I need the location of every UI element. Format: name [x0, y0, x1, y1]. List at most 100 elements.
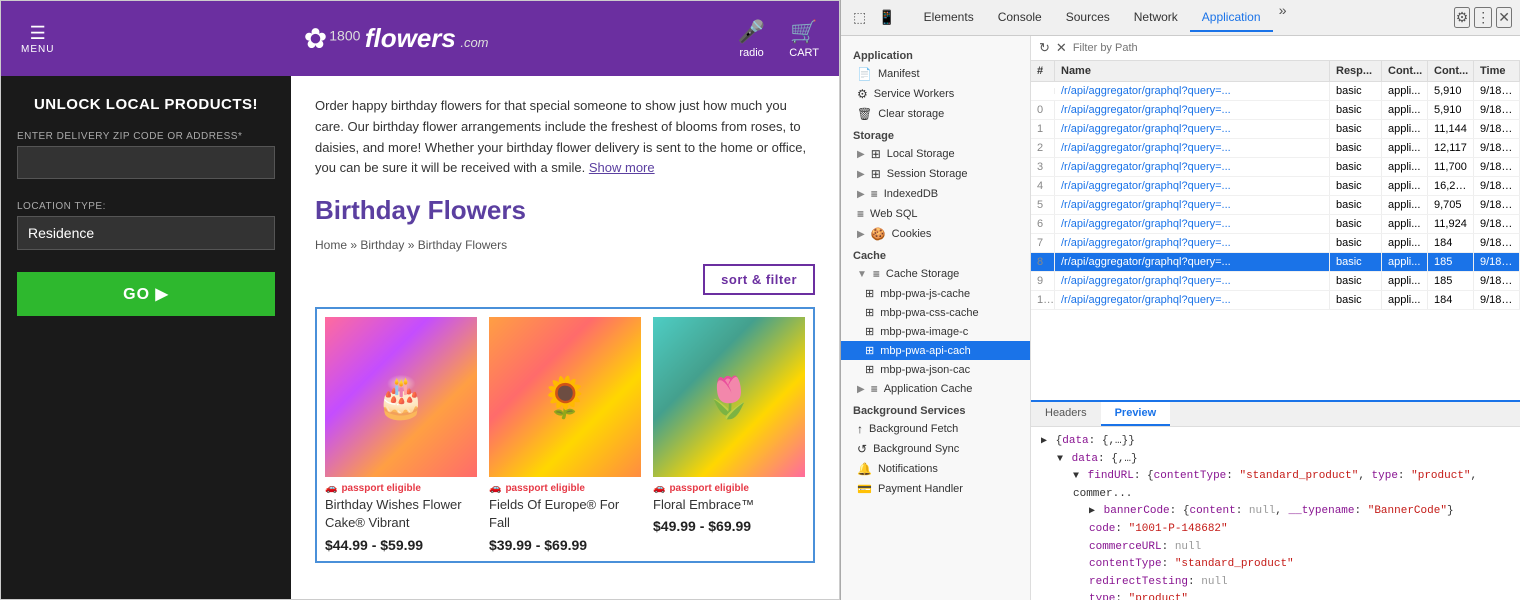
network-row-5[interactable]: 4 /r/api/aggregator/graphql?query=... ba… [1031, 177, 1520, 196]
sidebar-item-pwa-css[interactable]: ⊞ mbp-pwa-css-cache [841, 303, 1030, 322]
row-time: 9/18/... [1474, 158, 1520, 176]
passport-badge-1: 🚗 passport eligible [325, 483, 477, 494]
sidebar-item-cache-storage[interactable]: ▼ ≡ Cache Storage [841, 264, 1030, 284]
devtools-inspect-icons: ⬚ 📱 [849, 7, 900, 28]
cache-storage-arrow: ▼ [857, 269, 867, 280]
cache-section-title: Cache [841, 244, 1030, 264]
product-card-3[interactable]: 🌷 🚗 passport eligible Floral Embrace™ $4… [653, 317, 805, 552]
inspect-button[interactable]: ⬚ [849, 7, 870, 28]
network-row-9[interactable]: 8 /r/api/aggregator/graphql?query=... ba… [1031, 253, 1520, 272]
sidebar-item-indexed-db[interactable]: ▶ ≡ IndexedDB [841, 184, 1030, 204]
expand-arrow-0[interactable]: ▶ [1041, 436, 1047, 447]
sidebar-item-app-cache[interactable]: ▶ ≡ Application Cache [841, 379, 1030, 399]
devtools-tabs: Elements Console Sources Network Applica… [912, 4, 1450, 32]
zip-input[interactable] [17, 146, 275, 179]
expand-arrow-1[interactable]: ▼ [1057, 454, 1063, 465]
unlock-title: UNLOCK LOCAL PRODUCTS! [17, 96, 275, 113]
clear-filter-button[interactable]: ✕ [1056, 40, 1067, 56]
website-panel: ☰ MENU ✿ 1800 flowers .com 🎤 radio 🛒 CAR [0, 0, 840, 600]
sidebar-item-pwa-json[interactable]: ⊞ mbp-pwa-json-cac [841, 360, 1030, 379]
network-row-1[interactable]: 0 /r/api/aggregator/graphql?query=... ba… [1031, 101, 1520, 120]
refresh-button[interactable]: ↻ [1039, 40, 1050, 56]
network-row-10[interactable]: 9 /r/api/aggregator/graphql?query=... ba… [1031, 272, 1520, 291]
sidebar-item-session-storage[interactable]: ▶ ⊞ Session Storage [841, 164, 1030, 184]
tab-console[interactable]: Console [986, 4, 1054, 32]
row-cont2: 11,144 [1428, 120, 1474, 138]
sidebar-item-service-workers[interactable]: ⚙ Service Workers [841, 84, 1030, 104]
sort-filter-button[interactable]: sort & filter [703, 264, 815, 295]
row-time: 9/18/... [1474, 196, 1520, 214]
more-options-button[interactable]: ⋮ [1474, 7, 1492, 28]
network-row-11[interactable]: 10 /r/api/aggregator/graphql?query=... b… [1031, 291, 1520, 310]
local-storage-arrow: ▶ [857, 149, 865, 160]
row-name: /r/api/aggregator/graphql?query=... [1055, 215, 1330, 233]
row-cont2: 11,700 [1428, 158, 1474, 176]
product-card-2[interactable]: 🌻 🚗 passport eligible Fields Of Europe® … [489, 317, 641, 552]
tab-preview[interactable]: Preview [1101, 402, 1171, 426]
sidebar-item-bg-fetch[interactable]: ↑ Background Fetch [841, 419, 1030, 439]
network-row-6[interactable]: 5 /r/api/aggregator/graphql?query=... ba… [1031, 196, 1520, 215]
product-price-1: $44.99 - $59.99 [325, 537, 477, 553]
row-cont1: appli... [1382, 215, 1428, 233]
go-button[interactable]: GO ▶ [17, 272, 275, 316]
expand-arrow-3[interactable]: ▶ [1089, 506, 1095, 517]
sidebar-item-pwa-js[interactable]: ⊞ mbp-pwa-js-cache [841, 284, 1030, 303]
sidebar-item-clear-storage[interactable]: 🗑 Clear storage [841, 104, 1030, 124]
sidebar-item-cookies[interactable]: ▶ 🍪 Cookies [841, 224, 1030, 244]
storage-section-title: Storage [841, 124, 1030, 144]
network-table: # Name Resp... Cont... Cont... Time /r/a… [1031, 61, 1520, 400]
bg-fetch-icon: ↑ [857, 422, 863, 436]
tab-headers[interactable]: Headers [1031, 402, 1101, 426]
row-cont2: 184 [1428, 291, 1474, 309]
logo-flower-icon: ✿ [304, 22, 327, 55]
tab-application[interactable]: Application [1190, 4, 1273, 32]
row-name: /r/api/aggregator/graphql?query=... [1055, 253, 1330, 271]
passport-icon-2: 🚗 [489, 483, 501, 494]
device-button[interactable]: 📱 [874, 7, 899, 28]
app-cache-arrow: ▶ [857, 384, 865, 395]
product-card-1[interactable]: 🎂 🚗 passport eligible Birthday Wishes Fl… [325, 317, 477, 552]
expand-arrow-2[interactable]: ▼ [1073, 471, 1079, 482]
network-row-0[interactable]: /r/api/aggregator/graphql?query=... basi… [1031, 82, 1520, 101]
web-sql-icon: ≡ [857, 207, 864, 221]
row-cont2: 12,117 [1428, 139, 1474, 157]
logo-com: .com [460, 35, 488, 50]
show-more-link[interactable]: Show more [589, 160, 655, 175]
pwa-json-icon: ⊞ [865, 363, 874, 376]
sidebar-item-pwa-image[interactable]: ⊞ mbp-pwa-image-c [841, 322, 1030, 341]
menu-button[interactable]: ☰ MENU [21, 23, 54, 55]
settings-button[interactable]: ⚙ [1454, 7, 1471, 28]
row-name: /r/api/aggregator/graphql?query=... [1055, 158, 1330, 176]
preview-content: ▶ {data: {,…}} ▼ data: {,…} ▼ findURL: {… [1031, 427, 1520, 600]
site-logo[interactable]: ✿ 1800 flowers .com [304, 22, 489, 55]
close-button[interactable]: ✕ [1496, 7, 1512, 28]
json-line-6: contentType: "standard_product" [1041, 556, 1510, 574]
session-storage-icon: ⊞ [871, 167, 881, 181]
cache-storage-icon: ≡ [873, 267, 880, 281]
sidebar-item-local-storage[interactable]: ▶ ⊞ Local Storage [841, 144, 1030, 164]
network-row-7[interactable]: 6 /r/api/aggregator/graphql?query=... ba… [1031, 215, 1520, 234]
row-num: 6 [1031, 215, 1055, 233]
row-cont1: appli... [1382, 253, 1428, 271]
location-select[interactable]: Residence Business [17, 216, 275, 250]
network-row-3[interactable]: 2 /r/api/aggregator/graphql?query=... ba… [1031, 139, 1520, 158]
sidebar-item-web-sql[interactable]: ≡ Web SQL [841, 204, 1030, 224]
cart-button[interactable]: 🛒 CART [789, 19, 819, 59]
row-cont1: appli... [1382, 158, 1428, 176]
row-time: 9/18/... [1474, 234, 1520, 252]
more-tabs-button[interactable]: » [1273, 4, 1293, 32]
sidebar-item-manifest[interactable]: 📄 Manifest [841, 64, 1030, 84]
sidebar-item-notifications[interactable]: 🔔 Notifications [841, 459, 1030, 479]
network-row-2[interactable]: 1 /r/api/aggregator/graphql?query=... ba… [1031, 120, 1520, 139]
tab-network[interactable]: Network [1122, 4, 1190, 32]
tab-sources[interactable]: Sources [1054, 4, 1122, 32]
sidebar-item-payment-handler[interactable]: 💳 Payment Handler [841, 479, 1030, 499]
network-row-4[interactable]: 3 /r/api/aggregator/graphql?query=... ba… [1031, 158, 1520, 177]
radio-button[interactable]: 🎤 radio [738, 19, 765, 59]
json-line-5: commerceURL: null [1041, 539, 1510, 557]
sidebar-item-bg-sync[interactable]: ↺ Background Sync [841, 439, 1030, 459]
sidebar-item-pwa-api[interactable]: ⊞ mbp-pwa-api-cach [841, 341, 1030, 360]
filter-input[interactable] [1073, 42, 1512, 54]
tab-elements[interactable]: Elements [912, 4, 986, 32]
network-row-8[interactable]: 7 /r/api/aggregator/graphql?query=... ba… [1031, 234, 1520, 253]
